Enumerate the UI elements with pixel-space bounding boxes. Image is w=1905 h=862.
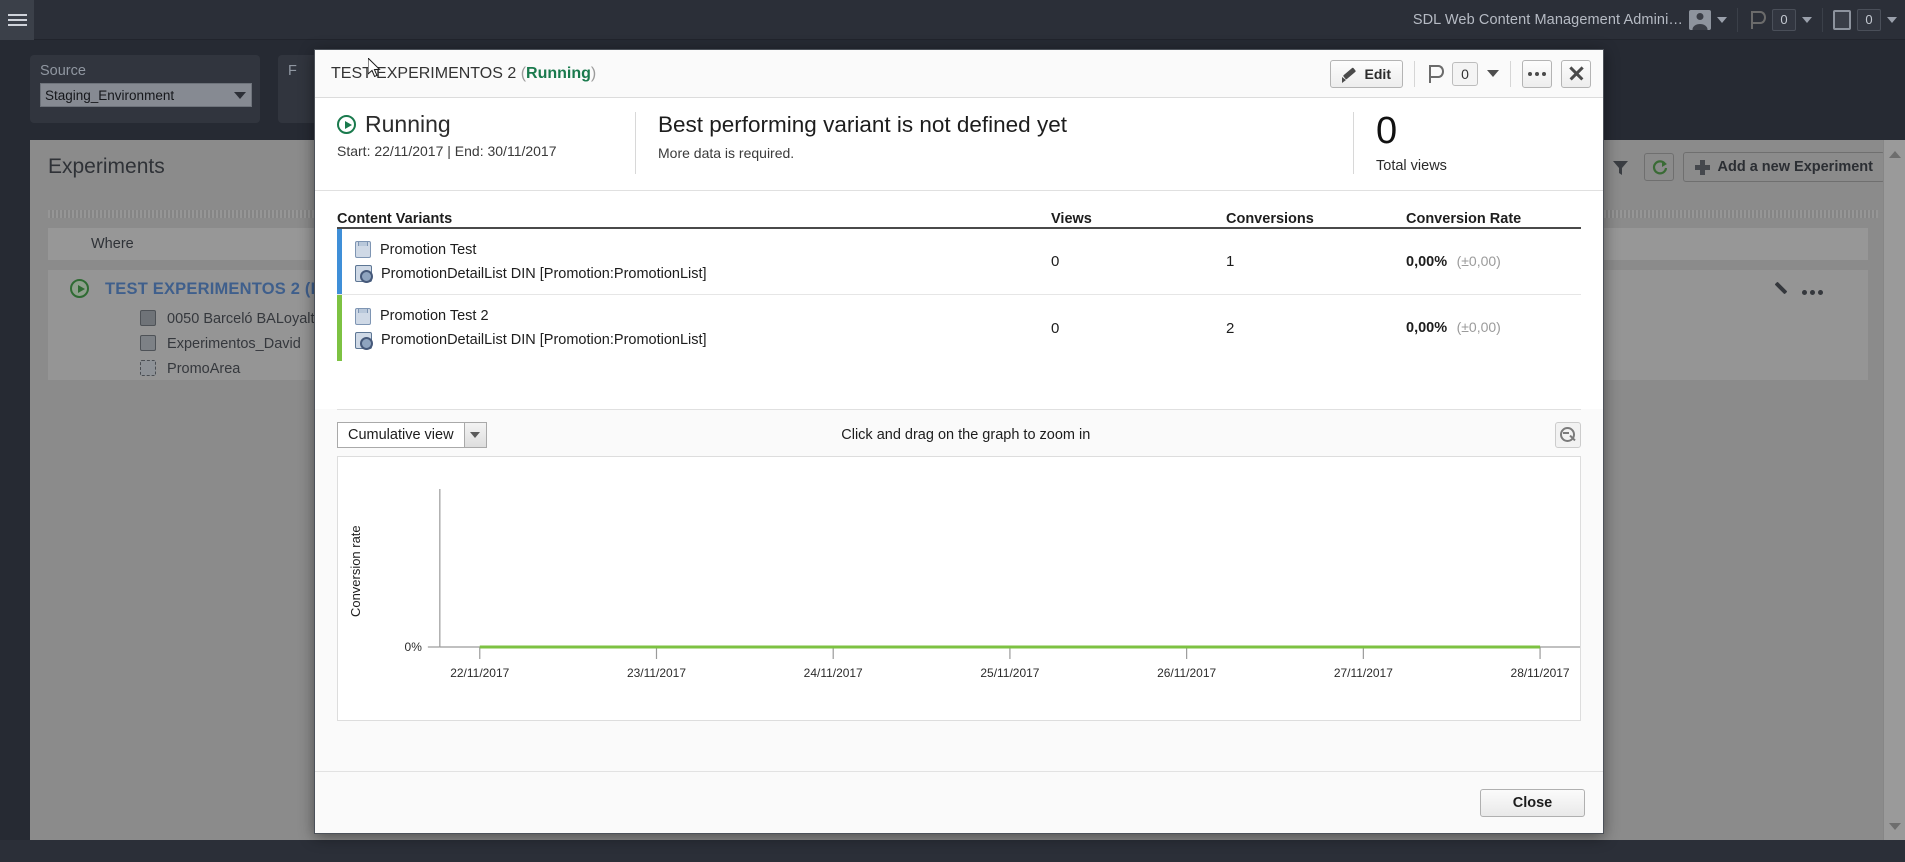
chart-svg: Conversion rate 0% 22/11/2017 23/11/2017 2… [348,489,1580,680]
variant-rate-deviation: (±0,00) [1456,319,1501,335]
variant-component: PromotionDetailList DIN [Promotion:Promo… [381,332,707,348]
experiment-summary: Running Start: 22/11/2017 | End: 30/11/2… [315,98,1603,191]
summary-subline: More data is required. [658,145,795,161]
close-button[interactable]: Close [1480,788,1585,817]
document-icon [355,307,371,325]
dialog-footer: Close [315,771,1603,833]
variant-accent-bar [337,295,342,361]
variant-rate-value: 0,00% [1406,253,1448,270]
variant-name-cell: Promotion Test PromotionDetailList DIN [… [337,241,1051,283]
column-header-conversion-rate: Conversion Rate [1406,211,1522,227]
divider [1510,60,1511,87]
svg-text:22/11/2017: 22/11/2017 [450,666,509,680]
dialog-title: TEST EXPERIMENTOS 2 (Running) [331,65,596,83]
svg-text:26/11/2017: 26/11/2017 [1157,666,1216,680]
divider [1414,60,1415,87]
dialog-title-status: (Running) [520,64,597,82]
variant-conversion-rate: 0,00% (±0,00) [1406,319,1581,337]
experiment-detail-dialog: TEST EXPERIMENTOS 2 (Running) Edit 0 Run… [314,49,1604,834]
variant-title-line: Promotion Test 2 [355,307,1051,325]
edit-button[interactable]: Edit [1329,59,1403,88]
flag-count: 0 [1452,61,1478,86]
variant-views: 0 [1051,319,1060,337]
x-axis-ticks: 22/11/2017 23/11/2017 24/11/2017 25/11/2017… [450,647,1570,680]
variant-component-line: PromotionDetailList DIN [Promotion:Promo… [355,331,1051,350]
dialog-titlebar: TEST EXPERIMENTOS 2 (Running) Edit 0 [315,50,1603,98]
column-header-conversions: Conversions [1226,211,1314,227]
table-header-row: Content Variants Views Conversions Conve… [337,191,1581,229]
running-status-icon [337,115,356,135]
variant-component: PromotionDetailList DIN [Promotion:Promo… [381,265,707,282]
content-variants-table: Content Variants Views Conversions Conve… [315,191,1603,361]
variant-name: Promotion Test [380,241,477,258]
variant-component-line: PromotionDetailList DIN [Promotion:Promo… [355,265,1051,283]
column-header-content-variants: Content Variants [337,211,453,227]
close-dialog-button[interactable] [1561,59,1591,88]
variant-name-cell: Promotion Test 2 PromotionDetailList DIN… [337,307,1051,350]
variant-conversion-rate: 0,00% (±0,00) [1406,253,1581,271]
variant-conversions: 2 [1226,319,1235,337]
summary-dates: Start: 22/11/2017 | End: 30/11/2017 [337,143,557,160]
svg-text:27/11/2017: 27/11/2017 [1334,666,1393,680]
variant-rate-value: 0,00% [1406,320,1448,336]
component-icon [355,265,373,283]
variant-accent-bar [337,229,342,294]
pencil-icon [1341,66,1358,83]
dialog-title-text: TEST EXPERIMENTOS 2 [331,64,517,82]
dialog-title-status-text: Running [526,64,591,82]
close-icon [1568,65,1585,82]
document-icon [355,241,371,258]
ellipsis-icon [1528,71,1546,76]
total-views-label: Total views [1376,158,1447,174]
dialog-title-actions: Edit 0 [1329,59,1591,88]
variant-rate-deviation: (±0,00) [1456,252,1501,269]
flag-icon[interactable] [1426,64,1444,84]
variant-conversions: 1 [1226,253,1235,270]
edit-button-label: Edit [1364,65,1391,82]
chart-hint: Click and drag on the graph to zoom in [841,427,1091,443]
summary-status-text: Running [365,111,451,137]
variant-name: Promotion Test 2 [380,308,489,324]
modal-overlay: TEST EXPERIMENTOS 2 (Running) Edit 0 Run… [0,0,1905,862]
conversion-rate-chart[interactable]: Conversion rate 0% 22/11/2017 23/11/2017 2… [337,456,1581,721]
chart-controls: Cumulative view Click and drag on the gr… [315,410,1603,456]
summary-views-column: 0 Total views [1353,112,1603,174]
summary-status: Running [337,111,613,137]
component-icon [355,331,373,350]
svg-text:24/11/2017: 24/11/2017 [804,666,863,680]
column-header-views: Views [1051,211,1092,227]
table-row[interactable]: Promotion Test 2 PromotionDetailList DIN… [337,295,1581,361]
chevron-down-icon[interactable] [1487,70,1499,77]
svg-text:28/11/2017: 28/11/2017 [1511,666,1570,680]
y-axis-label: Conversion rate [348,525,363,617]
table-row[interactable]: Promotion Test PromotionDetailList DIN [… [337,229,1581,295]
zoom-out-icon[interactable] [1555,422,1581,448]
y-axis-ticks: 0% [405,640,440,654]
total-views-value: 0 [1376,110,1398,152]
table-spacer [315,361,1603,409]
svg-text:23/11/2017: 23/11/2017 [627,666,686,680]
summary-headline: Best performing variant is not defined y… [658,112,1067,137]
variant-views: 0 [1051,253,1060,270]
variant-title-line: Promotion Test [355,241,1051,258]
more-actions-button[interactable] [1522,59,1552,88]
svg-text:0%: 0% [405,640,423,654]
summary-headline-column: Best performing variant is not defined y… [635,112,1353,174]
summary-status-column: Running Start: 22/11/2017 | End: 30/11/2… [315,111,635,174]
svg-text:25/11/2017: 25/11/2017 [980,666,1039,680]
